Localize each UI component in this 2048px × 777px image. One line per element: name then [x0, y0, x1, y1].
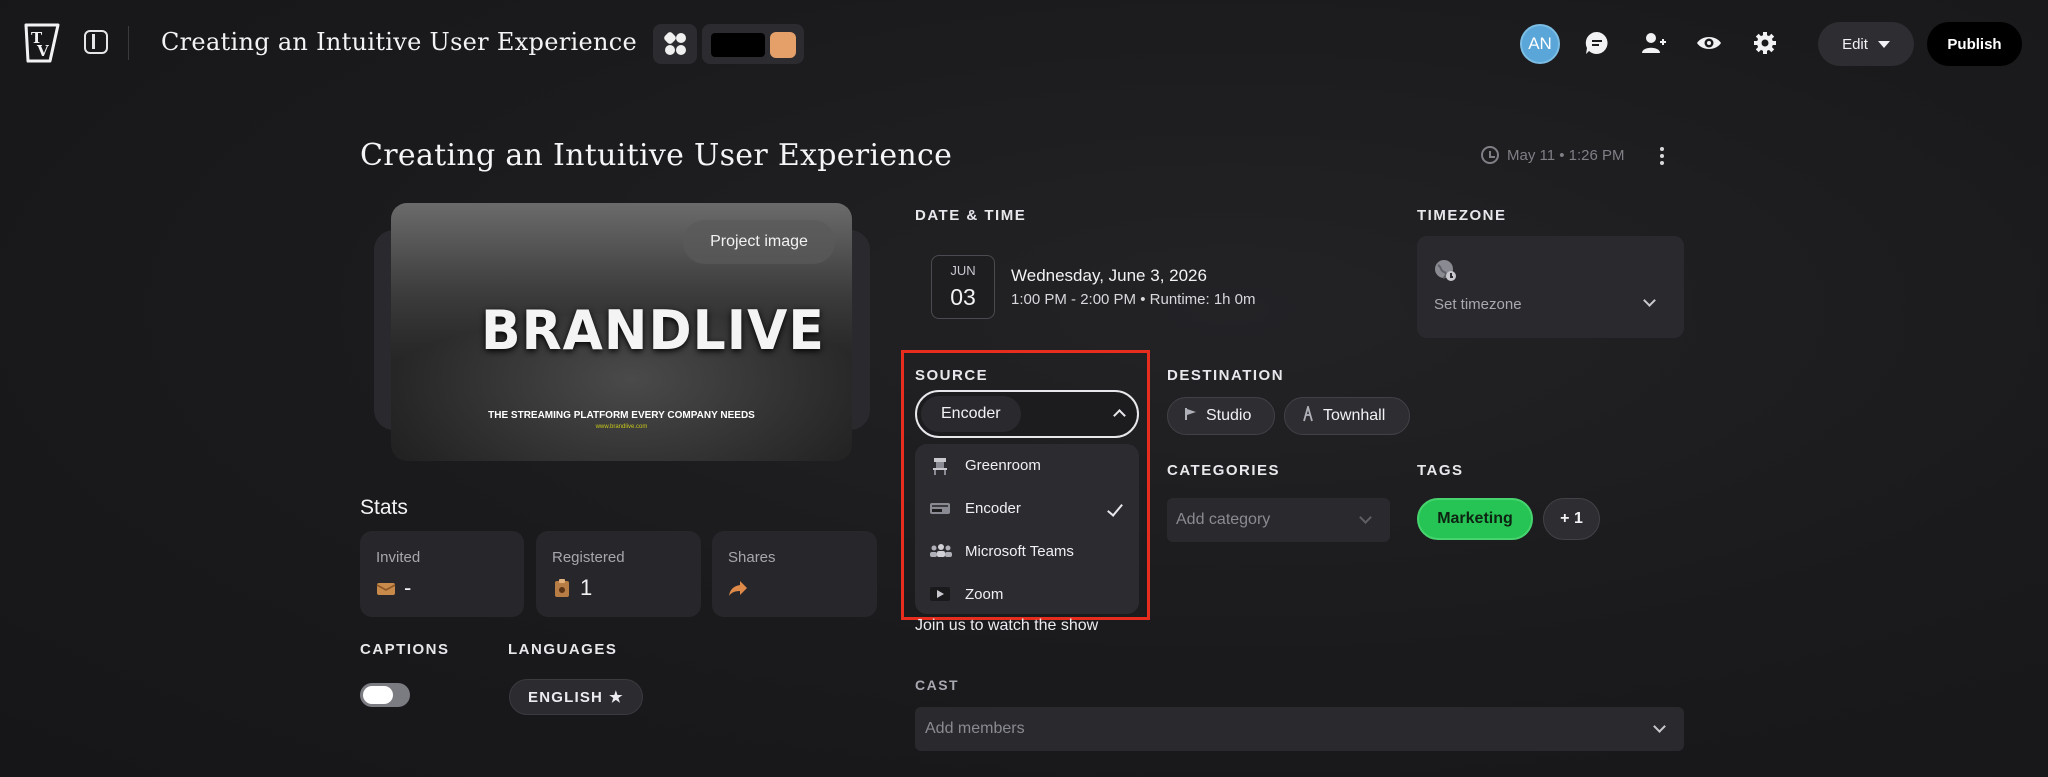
checkmark-icon: [1107, 499, 1123, 517]
tags-label: TAGS: [1417, 462, 1464, 479]
settings-gear-icon[interactable]: [1751, 29, 1779, 57]
avatar[interactable]: AN: [1520, 24, 1560, 64]
source-selected-chip: Encoder: [921, 396, 1021, 432]
calendar-month: JUN: [950, 263, 976, 278]
stat-card-shares: Shares: [712, 531, 877, 617]
stat-value: -: [404, 575, 412, 600]
language-label: ENGLISH: [528, 688, 604, 706]
flag-icon: [1184, 407, 1198, 426]
stat-card-invited: Invited -: [360, 531, 524, 617]
destination-pill-studio[interactable]: Studio: [1167, 397, 1275, 435]
timezone-select[interactable]: Set timezone: [1417, 236, 1684, 338]
more-options-icon[interactable]: [1654, 143, 1670, 169]
share-arrow-icon: [728, 578, 748, 598]
source-option-microsoft-teams[interactable]: Microsoft Teams: [915, 530, 1139, 572]
captions-label: CAPTIONS: [360, 641, 450, 658]
clock-icon: [1481, 146, 1499, 164]
option-label: Microsoft Teams: [965, 542, 1074, 560]
time-runtime-text: 1:00 PM - 2:00 PM • Runtime: 1h 0m: [1011, 291, 1256, 308]
greenroom-icon: [930, 457, 950, 475]
header-divider: [128, 26, 129, 60]
page-title: Creating an Intuitive User Experience: [360, 138, 953, 173]
stat-label: Invited: [376, 549, 421, 566]
last-saved-timestamp: May 11 • 1:26 PM: [1481, 146, 1625, 164]
calendar-date-icon[interactable]: JUN 03: [931, 255, 995, 319]
edit-button[interactable]: Edit: [1818, 22, 1914, 66]
envelope-icon: [376, 578, 396, 598]
zoom-icon: [930, 586, 950, 602]
source-label: SOURCE: [915, 367, 989, 384]
header-title: Creating an Intuitive User Experience: [161, 28, 637, 56]
captions-toggle[interactable]: [360, 683, 410, 707]
stat-label: Shares: [728, 549, 776, 566]
stats-title: Stats: [360, 496, 408, 519]
townhall-icon: [1301, 403, 1315, 427]
sidebar-toggle-icon[interactable]: [84, 30, 108, 54]
edit-label: Edit: [1842, 35, 1868, 53]
theme-icon[interactable]: [653, 24, 697, 64]
encoder-icon: [930, 500, 950, 516]
tags-more-button[interactable]: + 1: [1543, 498, 1600, 540]
publish-button[interactable]: Publish: [1927, 22, 2022, 66]
calendar-day: 03: [950, 284, 976, 310]
brand-text: BRANDLIVE: [481, 299, 825, 363]
add-user-icon[interactable]: [1639, 29, 1667, 57]
color-swatches[interactable]: [702, 24, 804, 64]
destination-label-text: Townhall: [1323, 407, 1386, 424]
chevron-up-icon: [1113, 409, 1126, 422]
destination-label-text: Studio: [1206, 407, 1252, 424]
source-option-greenroom[interactable]: Greenroom: [915, 444, 1139, 486]
source-select[interactable]: Encoder: [915, 390, 1139, 438]
timezone-placeholder: Set timezone: [1434, 296, 1522, 313]
description-text[interactable]: Join us to watch the show: [915, 617, 1098, 635]
cast-select[interactable]: Add members: [915, 707, 1684, 751]
category-select[interactable]: Add category: [1167, 498, 1390, 542]
stat-label: Registered: [552, 549, 625, 566]
project-image-button[interactable]: Project image: [683, 220, 835, 264]
globe-icon: [1434, 259, 1458, 283]
tag-marketing[interactable]: Marketing: [1417, 498, 1533, 540]
swatch-orange[interactable]: [770, 32, 796, 58]
source-option-encoder[interactable]: Encoder: [915, 487, 1139, 529]
option-label: Zoom: [965, 585, 1004, 603]
language-pill-english[interactable]: ENGLISH ★: [509, 679, 643, 715]
stat-value: 1: [580, 575, 593, 600]
source-dropdown: Greenroom Encoder Microsoft Teams Zoom: [915, 444, 1139, 614]
chevron-down-icon: [1643, 294, 1656, 307]
chevron-down-icon: [1653, 720, 1666, 733]
image-url: www.brandlive.com: [595, 424, 648, 430]
teams-icon: [930, 543, 952, 559]
option-label: Encoder: [965, 499, 1021, 517]
clipboard-icon: [552, 578, 572, 598]
comment-icon[interactable]: [1583, 29, 1611, 57]
cast-label: CAST: [915, 677, 960, 693]
timestamp-text: May 11 • 1:26 PM: [1507, 146, 1625, 164]
swatch-black[interactable]: [711, 33, 765, 57]
chevron-down-icon: [1359, 511, 1372, 524]
cast-placeholder: Add members: [925, 720, 1025, 737]
date-text[interactable]: Wednesday, June 3, 2026: [1011, 266, 1207, 286]
image-tagline: THE STREAMING PLATFORM EVERY COMPANY NEE…: [488, 410, 755, 421]
languages-label: LANGUAGES: [508, 641, 618, 658]
svg-text:V: V: [36, 42, 49, 60]
chevron-down-icon: [1877, 40, 1890, 48]
datetime-label: DATE & TIME: [915, 207, 1027, 224]
option-label: Greenroom: [965, 456, 1041, 474]
categories-label: CATEGORIES: [1167, 462, 1281, 479]
destination-label: DESTINATION: [1167, 367, 1285, 384]
source-option-zoom[interactable]: Zoom: [915, 573, 1139, 615]
preview-eye-icon[interactable]: [1695, 29, 1723, 57]
timezone-label: TIMEZONE: [1417, 207, 1507, 224]
brand-logo[interactable]: T V: [20, 21, 64, 65]
destination-pill-townhall[interactable]: Townhall: [1284, 397, 1410, 435]
stat-card-registered: Registered 1: [536, 531, 701, 617]
category-placeholder: Add category: [1176, 511, 1271, 528]
star-icon: ★: [609, 689, 624, 706]
